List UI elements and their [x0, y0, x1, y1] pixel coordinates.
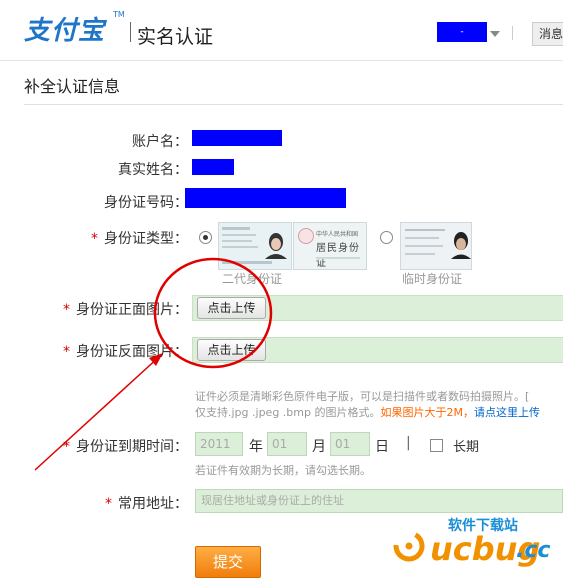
required-mark: * [63, 344, 70, 360]
id-card-header-text: 中华人民共和国 [316, 231, 359, 238]
id-type-radio-temporary[interactable] [380, 231, 393, 244]
id-type-caption-temporary: 临时身份证 [402, 272, 463, 286]
expiry-year-input[interactable]: 2011 [195, 432, 243, 456]
upload-hint-formats: 仅支持.jpg .jpeg .bmp 的图片格式。 [195, 406, 381, 419]
expiry-hint: 若证件有效期为长期，请勾选长期。 [195, 464, 371, 477]
required-mark: * [105, 496, 112, 512]
required-mark: * [63, 439, 70, 455]
messages-button[interactable]: 消息 [532, 22, 563, 46]
expiry-day-input[interactable]: 01 [330, 432, 370, 456]
id-card-sample-front: 中华人民共和国 居民身份证 [293, 222, 367, 270]
day-unit-label: 日 [375, 439, 389, 455]
id-card-sample-temporary [400, 222, 472, 270]
id-card-title-text: 居民身份证 [316, 243, 360, 269]
account-name-label: 账户名： [132, 134, 188, 150]
section-divider [24, 104, 563, 105]
account-name-value [192, 130, 282, 146]
submit-button[interactable]: 提交 [195, 546, 261, 578]
required-mark: * [63, 302, 70, 318]
month-unit-label: 月 [312, 439, 326, 455]
upload-hint-size-warning: 如果图片大于2M， [380, 406, 474, 419]
upload-hint-line1: 证件必须是清晰彩色原件电子版，可以是扫描件或者数码拍摄照片。[ [195, 390, 530, 403]
id-front-upload-button[interactable]: 点击上传 [197, 297, 266, 319]
section-title: 补全认证信息 [24, 77, 121, 96]
id-front-label-text: 身份证正面图片： [76, 302, 188, 318]
id-number-value [185, 188, 346, 208]
page-header-title: 实名认证 [137, 26, 214, 48]
large-file-upload-link[interactable]: 请点这里上传 [474, 406, 540, 419]
address-label: * 常用地址： [18, 493, 188, 513]
real-name-value [192, 159, 234, 175]
id-card-portrait-icon [222, 227, 287, 264]
card-line [316, 257, 360, 259]
alipay-logo[interactable]: 支付宝 [24, 10, 105, 47]
expiry-divider: | [406, 435, 411, 451]
temporary-card-portrait-icon [405, 229, 471, 259]
year-unit-label: 年 [249, 439, 263, 455]
national-emblem-icon [298, 228, 314, 244]
id-expiry-label: * 身份证到期时间： [18, 436, 188, 456]
user-account-menu[interactable]: - [437, 22, 487, 42]
header-separator [130, 22, 131, 42]
header-rule [0, 60, 563, 61]
id-type-caption-second-gen: 二代身份证 [222, 272, 283, 286]
upload-hint-line2: 仅支持.jpg .jpeg .bmp 的图片格式。如果图片大于2M，请点这里上传 [195, 404, 540, 420]
logo-trademark: TM [113, 10, 125, 19]
long-term-checkbox[interactable] [430, 439, 443, 452]
long-term-label: 长期 [453, 440, 480, 455]
address-input[interactable]: 现居住地址或身份证上的住址 [195, 489, 563, 513]
id-type-radio-second-gen[interactable] [199, 231, 212, 244]
id-type-label: * 身份证类型： [18, 228, 188, 248]
address-label-text: 常用地址： [118, 496, 188, 512]
id-back-upload-button[interactable]: 点击上传 [197, 339, 266, 361]
id-card-sample-back [218, 222, 292, 270]
watermark-suffix: .cc [516, 538, 551, 563]
real-name-label: 真实姓名： [118, 162, 188, 178]
header-divider [512, 26, 513, 40]
id-expiry-label-text: 身份证到期时间： [76, 439, 188, 455]
chevron-down-icon[interactable] [490, 31, 500, 37]
required-mark: * [91, 231, 98, 247]
id-back-label: * 身份证反面图片： [18, 341, 188, 361]
id-number-label: 身份证号码： [104, 195, 188, 211]
expiry-month-input[interactable]: 01 [267, 432, 307, 456]
id-type-label-text: 身份证类型： [104, 231, 188, 247]
id-back-label-text: 身份证反面图片： [76, 344, 188, 360]
id-front-label: * 身份证正面图片： [18, 299, 188, 319]
